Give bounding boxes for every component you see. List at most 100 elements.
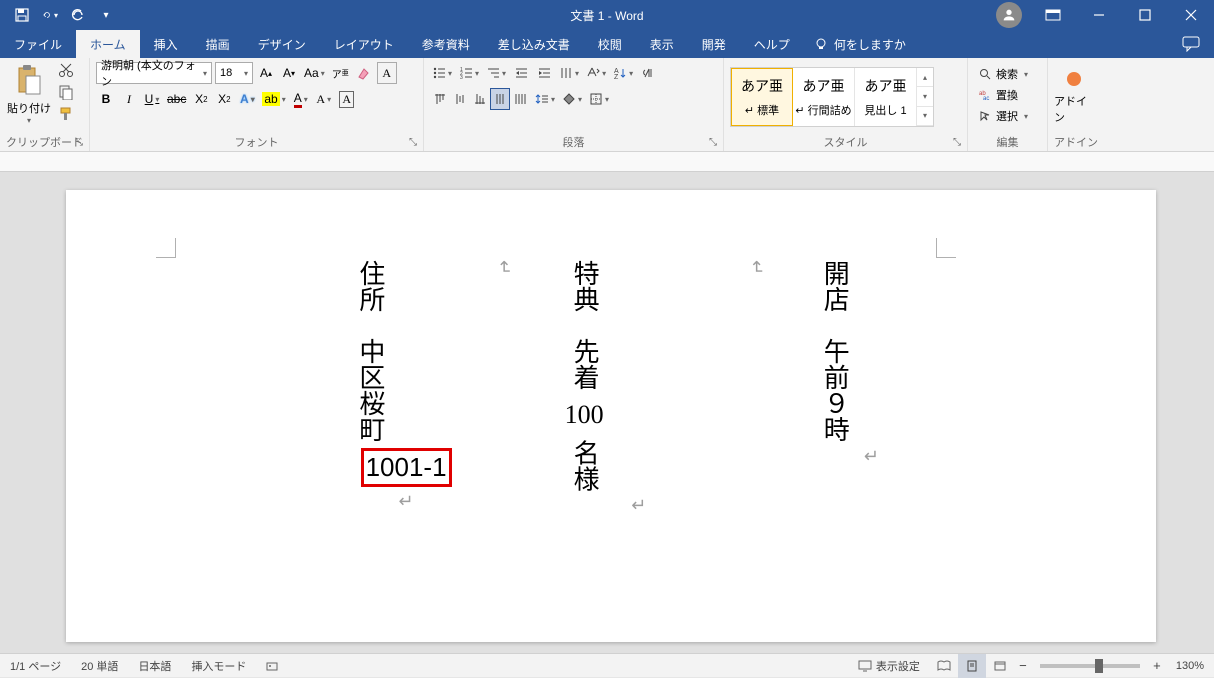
subscript-button[interactable]: X2 — [191, 88, 211, 110]
clipboard-launcher-icon[interactable]: ⤡ — [75, 137, 87, 149]
format-painter-icon[interactable] — [58, 106, 74, 122]
account-icon[interactable] — [996, 2, 1022, 28]
maximize-button[interactable] — [1122, 0, 1168, 30]
tab-review[interactable]: 校閲 — [584, 30, 636, 58]
text-direction-button[interactable] — [557, 62, 581, 84]
increase-indent-button[interactable] — [534, 62, 554, 84]
page-count[interactable]: 1/1 ページ — [0, 658, 71, 674]
align-top-left-button[interactable] — [430, 88, 450, 110]
styles-scroll-up-icon[interactable]: ▴ — [917, 68, 933, 87]
find-button[interactable]: 検索▾ — [974, 64, 1041, 84]
change-case-button[interactable]: Aa — [302, 62, 327, 84]
tab-layout[interactable]: レイアウト — [320, 30, 408, 58]
character-border-button[interactable]: A — [337, 88, 357, 110]
ribbon-display-options-icon[interactable] — [1030, 0, 1076, 30]
style-normal[interactable]: あア亜↵ 標準 — [731, 68, 793, 126]
tab-help[interactable]: ヘルプ — [740, 30, 804, 58]
borders-button[interactable] — [587, 88, 611, 110]
minimize-button[interactable] — [1076, 0, 1122, 30]
font-color-button[interactable]: A — [291, 88, 311, 110]
text-effects-button[interactable]: A — [237, 88, 257, 110]
print-layout-icon[interactable] — [958, 654, 986, 678]
save-icon[interactable] — [14, 7, 30, 23]
text-line-3[interactable]: 住所 中区桜町 1001-1 ↵ — [351, 260, 460, 516]
language-status[interactable]: 日本語 — [128, 658, 181, 674]
highlighted-number[interactable]: 1001-1 — [361, 448, 452, 487]
strikethrough-button[interactable]: abc — [165, 88, 188, 110]
styles-scroll-down-icon[interactable]: ▾ — [917, 87, 933, 106]
zoom-out-button[interactable]: − — [1014, 658, 1032, 673]
underline-button[interactable]: U — [142, 88, 162, 110]
clear-formatting-button[interactable] — [354, 62, 374, 84]
tab-file[interactable]: ファイル — [0, 30, 76, 58]
align-justify-v-button[interactable] — [490, 88, 510, 110]
show-hide-marks-button[interactable] — [638, 62, 658, 84]
shrink-font-button[interactable]: A▾ — [279, 62, 299, 84]
group-label-font: フォント — [96, 132, 417, 151]
shading-button[interactable] — [560, 88, 584, 110]
zoom-slider[interactable] — [1040, 664, 1140, 668]
tab-developer[interactable]: 開発 — [688, 30, 740, 58]
tab-insert[interactable]: 挿入 — [140, 30, 192, 58]
enclose-characters-button[interactable]: A — [377, 62, 397, 84]
bullets-button[interactable] — [430, 62, 454, 84]
font-size-combo[interactable]: 18▾ — [215, 62, 253, 84]
line-spacing-button[interactable] — [533, 88, 557, 110]
cut-icon[interactable] — [58, 62, 74, 78]
qat-customize-icon[interactable]: ▾ — [98, 7, 114, 23]
align-center-v-button[interactable] — [450, 88, 470, 110]
replace-button[interactable]: abac置換 — [974, 85, 1041, 105]
word-count[interactable]: 20 単語 — [71, 658, 128, 674]
bold-button[interactable]: B — [96, 88, 116, 110]
font-name-combo[interactable]: 游明朝 (本文のフォン▾ — [96, 62, 212, 84]
zoom-level[interactable]: 130% — [1166, 660, 1214, 672]
redo-icon[interactable] — [70, 7, 86, 23]
lightbulb-icon — [814, 37, 828, 51]
select-button[interactable]: 選択▾ — [974, 106, 1041, 126]
align-bottom-button[interactable] — [470, 88, 490, 110]
comments-button[interactable] — [1168, 30, 1214, 58]
copy-icon[interactable] — [58, 84, 74, 100]
superscript-button[interactable]: X2 — [214, 88, 234, 110]
addin-button[interactable]: アドイン — [1054, 69, 1094, 125]
web-layout-icon[interactable] — [986, 654, 1014, 678]
styles-launcher-icon[interactable]: ⤡ — [953, 137, 965, 149]
sort-button[interactable]: AZ — [611, 62, 635, 84]
style-heading1[interactable]: あア亜見出し 1 — [855, 68, 917, 126]
tab-mailings[interactable]: 差し込み文書 — [484, 30, 584, 58]
tell-me-search[interactable]: 何をしますか — [804, 30, 916, 58]
undo-icon[interactable]: ▾ — [42, 7, 58, 23]
text-line-1[interactable]: 開店 午前９時 ↵ — [817, 260, 926, 516]
tab-design[interactable]: デザイン — [244, 30, 320, 58]
macro-recording-icon[interactable] — [256, 660, 288, 672]
page[interactable]: 開店 午前９時 ↵ ↵ 特典 先着 100 名様 ↵ ↵ 住所 中区桜町 100… — [66, 190, 1156, 642]
paragraph-launcher-icon[interactable]: ⤡ — [709, 137, 721, 149]
display-settings-button[interactable]: 表示設定 — [848, 658, 930, 674]
italic-button[interactable]: I — [119, 88, 139, 110]
decrease-indent-button[interactable] — [511, 62, 531, 84]
zoom-slider-thumb[interactable] — [1095, 659, 1103, 673]
group-label-clipboard: クリップボード — [6, 132, 83, 151]
style-no-spacing[interactable]: あア亜↵ 行間詰め — [793, 68, 855, 126]
styles-expand-icon[interactable]: ▾ — [917, 107, 933, 126]
read-mode-icon[interactable] — [930, 654, 958, 678]
phonetic-guide-button[interactable]: ア亜 — [330, 62, 351, 84]
grow-font-button[interactable]: A▴ — [256, 62, 276, 84]
highlight-button[interactable]: ab — [260, 88, 287, 110]
paste-button[interactable]: 貼り付け ▾ — [6, 62, 52, 125]
asian-layout-button[interactable] — [584, 62, 608, 84]
multilevel-list-button[interactable] — [484, 62, 508, 84]
font-launcher-icon[interactable]: ⤡ — [409, 137, 421, 149]
numbering-button[interactable]: 123 — [457, 62, 481, 84]
tab-home[interactable]: ホーム — [76, 30, 140, 58]
distributed-button[interactable] — [510, 88, 530, 110]
text-line-2[interactable]: 特典 先着 100 名様 ↵ — [565, 260, 713, 516]
character-shading-button[interactable]: A — [314, 88, 334, 110]
insert-mode[interactable]: 挿入モード — [181, 658, 256, 674]
tab-view[interactable]: 表示 — [636, 30, 688, 58]
close-button[interactable] — [1168, 0, 1214, 30]
styles-gallery[interactable]: あア亜↵ 標準 あア亜↵ 行間詰め あア亜見出し 1 ▴ ▾ ▾ — [730, 67, 934, 127]
tab-draw[interactable]: 描画 — [192, 30, 244, 58]
zoom-in-button[interactable]: + — [1148, 658, 1166, 673]
tab-references[interactable]: 参考資料 — [408, 30, 484, 58]
